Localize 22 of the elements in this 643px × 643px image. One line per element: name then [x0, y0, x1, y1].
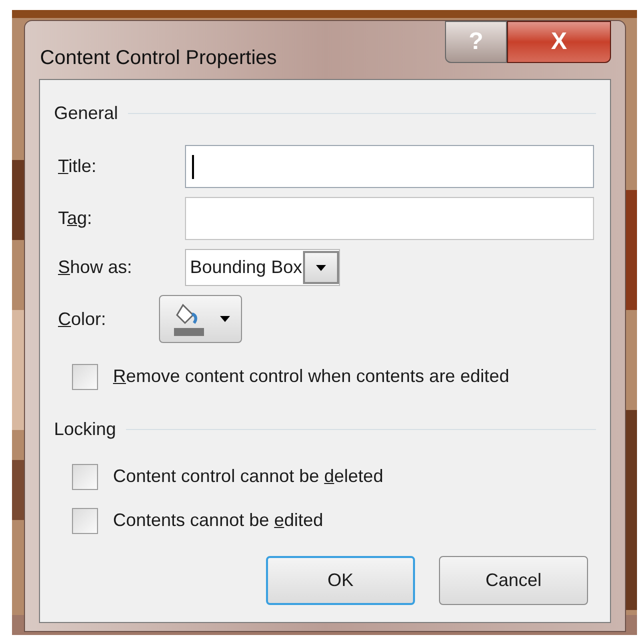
- checkbox-label: Remove content control when contents are edited: [113, 365, 510, 388]
- caret-icon: [315, 264, 328, 272]
- checkbox-label: Content control cannot be deleted: [113, 465, 384, 488]
- checkbox[interactable]: [72, 508, 98, 534]
- text-field[interactable]: [185, 197, 594, 240]
- dialog-button[interactable]: OK: [266, 556, 415, 605]
- text-field[interactable]: [185, 145, 594, 188]
- checkbox[interactable]: [72, 464, 98, 490]
- checkbox-label: Contents cannot be edited: [113, 509, 324, 532]
- field-label: Color:: [58, 308, 106, 328]
- group-heading: General: [54, 102, 118, 125]
- field-label: Title:: [58, 156, 96, 176]
- window-title: Content Control Properties: [40, 46, 277, 71]
- color-button[interactable]: [159, 295, 242, 343]
- field-label: Tag:: [58, 208, 92, 228]
- group-heading: Locking: [54, 418, 116, 441]
- dropdown[interactable]: Bounding Box: [185, 249, 340, 286]
- dialog-button[interactable]: Cancel: [439, 556, 588, 605]
- field-label: Show as:: [58, 257, 132, 277]
- caret-icon: [218, 315, 230, 323]
- checkbox[interactable]: [72, 364, 98, 390]
- close-button[interactable]: X: [507, 21, 611, 63]
